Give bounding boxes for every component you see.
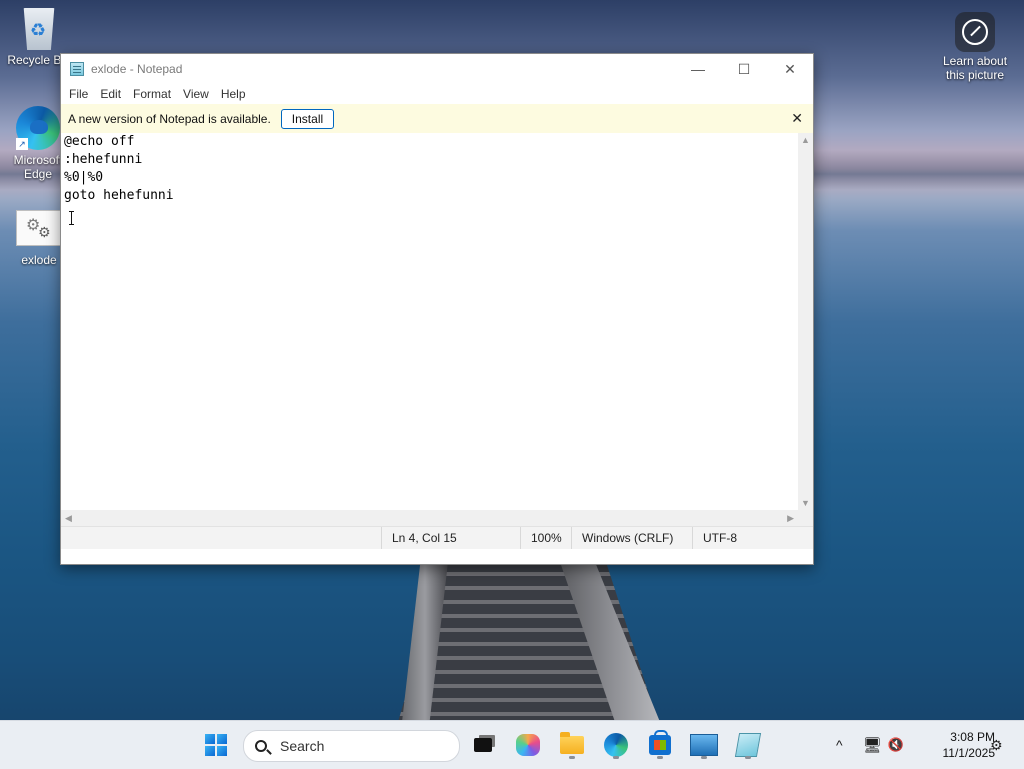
store-button[interactable]: [644, 729, 676, 761]
menu-bar: File Edit Format View Help: [61, 84, 813, 104]
recycle-bin-icon: ♻: [23, 8, 55, 50]
photos-icon: [690, 734, 718, 756]
clock-date: 11/1/2025: [942, 746, 996, 760]
close-button[interactable]: ✕: [767, 54, 813, 84]
editor-line: %0|%0: [64, 170, 104, 185]
learn-about-line1: Learn about: [942, 54, 1008, 68]
notepad-icon: [734, 733, 762, 757]
menu-format[interactable]: Format: [127, 87, 177, 101]
volume-muted-icon[interactable]: 🔇: [888, 737, 904, 753]
editor-line: :hehefunni: [64, 152, 143, 167]
search-icon: [255, 740, 267, 752]
window-title: exlode - Notepad: [91, 62, 183, 76]
edge-icon: ↗: [16, 106, 60, 150]
update-notification-bar: A new version of Notepad is available. I…: [61, 104, 813, 133]
network-icon[interactable]: 🖥: [863, 736, 882, 754]
task-view-button[interactable]: [467, 729, 499, 761]
editor-area[interactable]: @echo off :hehefunni %0|%0 goto hehefunni ▲…: [61, 133, 813, 526]
menu-file[interactable]: File: [63, 87, 94, 101]
show-hidden-icons-chevron-icon[interactable]: ^: [836, 737, 843, 753]
notification-close-icon[interactable]: ✕: [791, 110, 803, 127]
start-icon: [205, 734, 227, 756]
system-tray: ^ 🖥 🔇: [836, 721, 904, 769]
photos-button[interactable]: [688, 729, 720, 761]
shortcut-arrow-icon: ↗: [16, 138, 28, 150]
edge-icon: [604, 733, 628, 757]
clock-time: 3:08 PM: [950, 730, 995, 744]
file-explorer-button[interactable]: [556, 729, 588, 761]
edge-taskbar-button[interactable]: [600, 729, 632, 761]
vertical-scrollbar[interactable]: ▲ ▼: [798, 133, 813, 510]
batch-file-icon: ⚙ ⚙: [16, 210, 62, 246]
status-bar: Ln 4, Col 15 100% Windows (CRLF) UTF-8: [61, 526, 813, 549]
task-view-icon: [474, 738, 492, 752]
notepad-window: exlode - Notepad — ☐ ✕ File Edit Format …: [60, 53, 814, 565]
taskbar-clock[interactable]: 3:08 PM 11/1/2025: [915, 729, 996, 761]
learn-about-icon: [955, 12, 995, 52]
text-cursor-icon: [69, 211, 75, 225]
running-indicator: [701, 756, 707, 759]
running-indicator: [569, 756, 575, 759]
install-button[interactable]: Install: [280, 108, 335, 129]
running-indicator: [657, 756, 663, 759]
taskbar-search-box[interactable]: Search: [243, 730, 460, 762]
status-encoding: UTF-8: [692, 527, 793, 549]
learn-about-this-picture[interactable]: Learn about this picture: [940, 12, 1010, 82]
store-icon: [649, 730, 671, 755]
running-indicator: [745, 756, 751, 759]
learn-about-line2: this picture: [945, 68, 1005, 82]
title-bar[interactable]: exlode - Notepad — ☐ ✕: [61, 54, 813, 84]
menu-edit[interactable]: Edit: [94, 87, 127, 101]
scroll-down-icon[interactable]: ▼: [801, 498, 810, 508]
notifications-bell-icon[interactable]: ⚙: [990, 721, 1003, 769]
copilot-button[interactable]: [512, 729, 544, 761]
menu-help[interactable]: Help: [215, 87, 252, 101]
minimize-button[interactable]: —: [675, 54, 721, 84]
status-line-ending: Windows (CRLF): [571, 527, 692, 549]
scroll-up-icon[interactable]: ▲: [801, 135, 810, 145]
scroll-left-icon[interactable]: ◀: [65, 513, 72, 524]
search-placeholder: Search: [280, 738, 325, 754]
text-editor[interactable]: @echo off :hehefunni %0|%0 goto hehefunni: [64, 133, 797, 510]
update-notification-text: A new version of Notepad is available.: [68, 111, 271, 126]
copilot-icon: [516, 734, 540, 756]
taskbar: Search ^ 🖥 🔇 3:08 PM 11/1/2025 ⚙: [0, 720, 1024, 769]
horizontal-scrollbar[interactable]: ◀ ▶: [61, 510, 798, 526]
notepad-icon: [70, 62, 84, 76]
scroll-right-icon[interactable]: ▶: [787, 513, 794, 524]
scrollbar-corner: [798, 510, 813, 526]
notepad-taskbar-button[interactable]: [732, 729, 764, 761]
status-zoom: 100%: [520, 527, 571, 549]
desktop-icon-label: Microsoft Edge: [13, 153, 63, 181]
running-indicator: [613, 756, 619, 759]
editor-line: goto hehefunni: [64, 188, 174, 203]
maximize-button[interactable]: ☐: [721, 54, 767, 84]
editor-line: @echo off: [64, 134, 135, 149]
file-explorer-icon: [560, 732, 584, 754]
start-button[interactable]: [200, 729, 232, 761]
status-position: Ln 4, Col 15: [381, 527, 520, 549]
menu-view[interactable]: View: [177, 87, 215, 101]
